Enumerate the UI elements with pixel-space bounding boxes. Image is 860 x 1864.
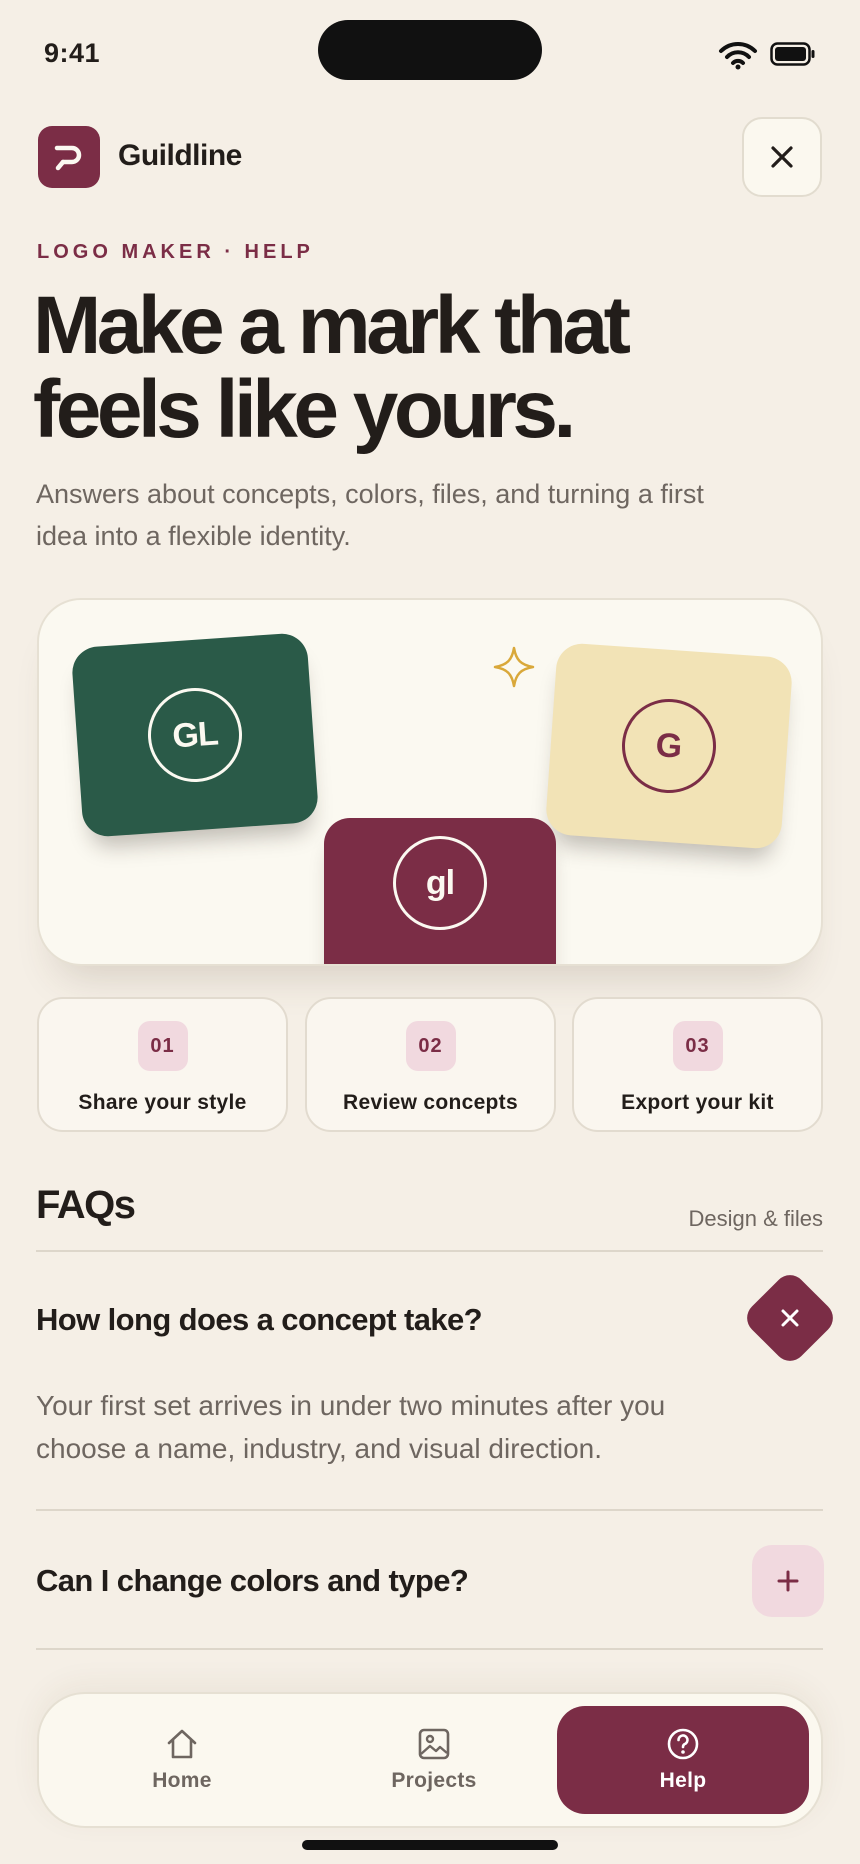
faq-expand-button[interactable] (752, 1545, 824, 1617)
faq-question-1[interactable]: How long does a concept take? (36, 1302, 483, 1338)
monogram: GL (144, 684, 246, 786)
plus-icon (777, 1570, 799, 1592)
sparkle-icon (493, 646, 535, 688)
headline-line-1: Make a mark that (33, 280, 631, 371)
help-circle-icon (667, 1728, 699, 1760)
divider (36, 1250, 823, 1252)
dynamic-island (318, 20, 542, 80)
logo-preview-card: GL G gl (37, 598, 823, 966)
logo-tile-yellow: G (544, 642, 794, 850)
wifi-icon (719, 41, 757, 70)
logo-tile-green: GL (70, 632, 320, 838)
home-icon (167, 1729, 197, 1759)
tab-home[interactable]: Home (56, 1706, 308, 1814)
monogram: G (618, 695, 720, 797)
logo-mark-icon (54, 145, 82, 171)
page-title: Make a mark that feels like yours. (33, 284, 793, 452)
logo-tile-maroon: gl (324, 818, 556, 964)
headline-line-2: feels like yours. (33, 364, 576, 455)
page-subtitle: Answers about concepts, colors, files, a… (36, 479, 704, 551)
step-number: 03 (672, 1021, 723, 1071)
home-indicator (302, 1840, 558, 1850)
status-time: 9:41 (44, 38, 101, 68)
step-number: 02 (405, 1021, 456, 1071)
tab-help[interactable]: Help (557, 1706, 809, 1814)
step-card-share-style[interactable]: 01 Share your style (37, 997, 288, 1132)
app-name: Guildline (118, 139, 242, 172)
monogram: gl (393, 836, 487, 930)
tab-label: Projects (391, 1769, 477, 1792)
faq-title: FAQs (36, 1183, 136, 1227)
battery-icon (770, 42, 815, 66)
step-label: Share your style (78, 1091, 247, 1114)
step-card-export-kit[interactable]: 03 Export your kit (572, 997, 823, 1132)
step-card-review-concepts[interactable]: 02 Review concepts (305, 997, 556, 1132)
close-icon (781, 1309, 799, 1327)
step-label: Export your kit (621, 1091, 774, 1114)
close-button[interactable] (742, 117, 822, 197)
tab-projects[interactable]: Projects (308, 1706, 560, 1814)
image-icon (418, 1728, 450, 1760)
faq-question-2[interactable]: Can I change colors and type? (36, 1563, 469, 1599)
tab-label: Home (152, 1769, 212, 1792)
app-logo (38, 126, 100, 188)
close-icon (771, 146, 793, 168)
eyebrow-label: LOGO MAKER · HELP (37, 241, 314, 263)
tab-label: Help (659, 1769, 707, 1792)
divider (36, 1509, 823, 1511)
faq-collapse-button[interactable] (740, 1268, 840, 1368)
faq-category-link[interactable]: Design & files (600, 1206, 823, 1232)
step-label: Review concepts (343, 1091, 518, 1114)
divider (36, 1648, 823, 1650)
tab-bar: Home Projects Help (37, 1692, 823, 1828)
step-number: 01 (137, 1021, 188, 1071)
faq-answer-1: Your first set arrives in under two minu… (36, 1390, 666, 1464)
